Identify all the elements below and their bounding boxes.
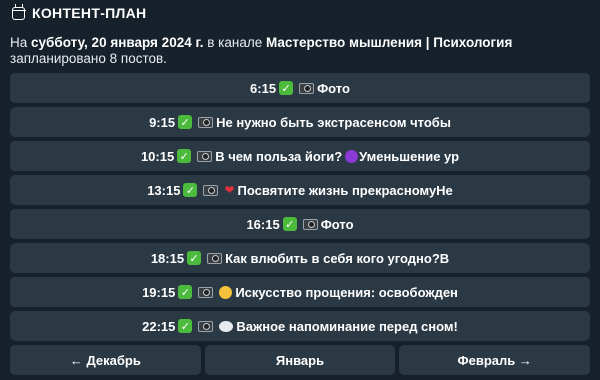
post-button-5[interactable]: 18:15 ✓ Как влюбить в себя кого угодно?В — [10, 243, 590, 273]
desc-date: субботу, 20 января 2024 г. — [31, 35, 204, 50]
current-month-button[interactable]: Январь — [204, 345, 396, 375]
post-title: Посвятите жизнь прекрасномуНе — [237, 182, 453, 198]
camera-icon — [198, 116, 214, 128]
check-icon: ✓ — [282, 217, 297, 231]
post-title: Важное напоминание перед сном! — [236, 318, 458, 334]
post-button-7[interactable]: 22:15 ✓ Важное напоминание перед сном! — [10, 311, 590, 341]
desc-suffix: запланировано 8 постов. — [10, 51, 167, 66]
desc-channel: Мастерство мышления | Психология — [265, 35, 513, 50]
post-button-3[interactable]: 13:15 ✓ ❤ Посвятите жизнь прекрасномуНе — [10, 175, 590, 205]
thought-bubble-icon — [219, 320, 234, 332]
post-time: 13:15 — [147, 182, 181, 198]
camera-icon — [207, 252, 223, 264]
post-title: Как влюбить в себя кого угодно?В — [225, 250, 450, 266]
content-plan-header: КОНТЕНТ-ПЛАН — [11, 3, 147, 21]
desc-prefix: На — [10, 35, 32, 50]
smile-icon — [219, 285, 233, 299]
post-title-after: Уменьшение ур — [359, 148, 460, 164]
camera-icon — [299, 82, 315, 94]
calendar-icon — [11, 3, 26, 20]
check-icon: ✓ — [187, 251, 202, 265]
purple-circle-icon — [345, 149, 359, 163]
camera-icon — [198, 320, 214, 332]
post-time: 6:15 — [250, 80, 277, 96]
post-title: Фото — [317, 80, 350, 96]
post-time: 22:15 — [142, 318, 176, 334]
camera-icon — [302, 218, 318, 230]
check-icon: ✓ — [178, 115, 193, 129]
post-button-6[interactable]: 19:15 ✓ Искусство прощения: освобожден — [10, 277, 590, 307]
post-button-1[interactable]: 9:15 ✓ Не нужно быть экстрасенсом чтобы — [10, 107, 590, 137]
check-icon: ✓ — [178, 285, 193, 299]
post-title: Не нужно быть экстрасенсом чтобы — [216, 114, 451, 130]
post-title: В чем польза йоги? — [215, 148, 343, 164]
camera-icon — [197, 150, 213, 162]
check-icon: ✓ — [183, 183, 198, 197]
check-icon: ✓ — [178, 319, 193, 333]
camera-icon — [203, 184, 219, 196]
check-icon: ✓ — [279, 81, 294, 95]
post-button-2[interactable]: 10:15 ✓ В чем польза йоги? Уменьшение ур — [10, 141, 590, 171]
post-list: 6:15 ✓ Фото 9:15 ✓ Не нужно быть экстрас… — [10, 73, 590, 345]
post-title: Искусство прощения: освобожден — [235, 284, 458, 300]
schedule-description: На субботу, 20 января 2024 г. в канале М… — [10, 35, 590, 67]
header-title: КОНТЕНТ-ПЛАН — [32, 5, 147, 21]
post-time: 9:15 — [149, 114, 176, 130]
camera-icon — [198, 286, 214, 298]
post-time: 19:15 — [142, 284, 176, 300]
post-button-0[interactable]: 6:15 ✓ Фото — [10, 73, 590, 103]
month-navigation: ← Декабрь Январь Февраль → — [10, 345, 591, 375]
prev-month-button[interactable]: ← Декабрь — [10, 345, 201, 375]
desc-middle: в канале — [203, 35, 266, 50]
post-time: 18:15 — [150, 250, 185, 266]
post-button-4[interactable]: 16:15 ✓ Фото — [10, 209, 590, 239]
heart-icon: ❤ — [224, 183, 235, 197]
next-month-button[interactable]: Февраль → — [399, 345, 591, 375]
post-time: 16:15 — [246, 216, 280, 232]
check-icon: ✓ — [177, 149, 192, 163]
post-title: Фото — [320, 216, 354, 232]
post-time: 10:15 — [140, 148, 175, 164]
